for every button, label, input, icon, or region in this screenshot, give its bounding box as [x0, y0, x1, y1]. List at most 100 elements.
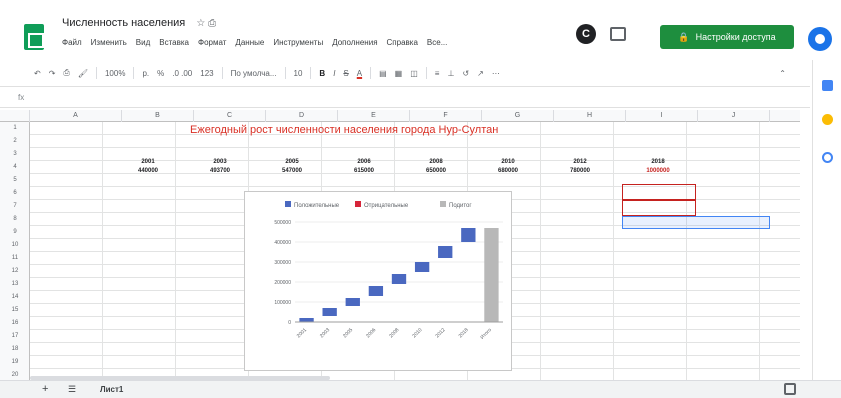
- selected-cell[interactable]: [622, 184, 696, 200]
- paint-format-icon[interactable]: 🖌: [78, 69, 88, 78]
- sheet-tab[interactable]: Лист1: [100, 385, 123, 394]
- zoom-select[interactable]: 100%: [105, 69, 125, 78]
- print-icon[interactable]: ⎙: [63, 68, 69, 78]
- font-size-select[interactable]: 10: [294, 69, 303, 78]
- row-header[interactable]: 6: [0, 187, 30, 199]
- menu-insert[interactable]: Вставка: [159, 38, 189, 47]
- row-header[interactable]: 12: [0, 265, 30, 277]
- year-cell[interactable]: 2001 440000: [118, 158, 178, 176]
- menu-file[interactable]: Файл: [62, 38, 82, 47]
- year-cell[interactable]: 2005 547000: [262, 158, 322, 176]
- text-wrap-icon[interactable]: ↺: [462, 69, 469, 78]
- row-header[interactable]: 3: [0, 148, 30, 160]
- share-button[interactable]: 🔒 Настройки доступа: [660, 25, 794, 49]
- column-header[interactable]: A: [30, 110, 122, 122]
- menu-edit[interactable]: Изменить: [91, 38, 127, 47]
- strikethrough-button[interactable]: S: [343, 69, 348, 78]
- percent-format-button[interactable]: %: [157, 69, 164, 78]
- italic-button[interactable]: I: [333, 69, 335, 78]
- row-header[interactable]: 18: [0, 343, 30, 355]
- row-header[interactable]: 15: [0, 304, 30, 316]
- row-header[interactable]: 16: [0, 317, 30, 329]
- sheet-title-cell[interactable]: Ежегодный рост численности населения гор…: [190, 124, 498, 136]
- row-header[interactable]: 20: [0, 369, 30, 380]
- row-header[interactable]: 11: [0, 252, 30, 264]
- row-header[interactable]: 9: [0, 226, 30, 238]
- year-cell[interactable]: 2012 780000: [550, 158, 610, 176]
- row-header[interactable]: 1: [0, 122, 30, 134]
- subtotal-bar: [484, 228, 499, 322]
- column-header[interactable]: J: [698, 110, 770, 122]
- row-header[interactable]: 14: [0, 291, 30, 303]
- menu-last-edit[interactable]: Все...: [427, 38, 447, 47]
- text-rotate-icon[interactable]: ↗: [477, 69, 484, 78]
- menu-addons[interactable]: Дополнения: [332, 38, 377, 47]
- document-title[interactable]: Численность населения ☆ ⎙: [62, 17, 216, 29]
- redo-icon[interactable]: ↷: [49, 69, 56, 78]
- fill-color-icon[interactable]: ▤: [379, 69, 387, 78]
- comment-icon[interactable]: [610, 27, 626, 41]
- column-header[interactable]: E: [338, 110, 410, 122]
- column-header[interactable]: H: [554, 110, 626, 122]
- bold-button[interactable]: B: [319, 69, 325, 78]
- account-avatar[interactable]: [808, 27, 832, 51]
- currency-format-button[interactable]: р.: [142, 69, 149, 78]
- row-header[interactable]: 2: [0, 135, 30, 147]
- formula-bar[interactable]: fx: [0, 86, 810, 108]
- year-label: 2018: [651, 159, 665, 165]
- text-color-button[interactable]: A: [357, 69, 362, 78]
- menu-format[interactable]: Формат: [198, 38, 226, 47]
- year-cell[interactable]: 2003 493700: [190, 158, 250, 176]
- waterfall-chart[interactable]: Положительные Отрицательные Подитог 500000 4…: [244, 191, 512, 371]
- collapse-menus-icon[interactable]: ⌃: [779, 69, 786, 78]
- decimal-places-buttons[interactable]: .0 .00: [172, 69, 192, 78]
- column-header[interactable]: D: [266, 110, 338, 122]
- selected-range[interactable]: [622, 216, 770, 229]
- menu-tools[interactable]: Инструменты: [273, 38, 323, 47]
- sheets-logo-icon[interactable]: [24, 24, 44, 50]
- row-header[interactable]: 19: [0, 356, 30, 368]
- select-all-corner[interactable]: [0, 110, 30, 122]
- more-icon[interactable]: ⋯: [492, 69, 500, 78]
- selected-cell[interactable]: [622, 200, 696, 216]
- calendar-icon[interactable]: [822, 80, 833, 91]
- row-headers: 1 2 3 4 5 6 7 8 9 10 11 12 13 14 15 16 1…: [0, 122, 30, 380]
- column-header[interactable]: F: [410, 110, 482, 122]
- star-move-icons[interactable]: ☆ ⎙: [196, 18, 216, 29]
- row-header[interactable]: 5: [0, 174, 30, 186]
- column-header[interactable]: I: [626, 110, 698, 122]
- column-header[interactable]: G: [482, 110, 554, 122]
- tasks-icon[interactable]: [822, 152, 833, 163]
- row-header[interactable]: 13: [0, 278, 30, 290]
- vertical-align-icon[interactable]: ⊥: [447, 69, 454, 78]
- x-tick-label: 2008: [388, 327, 400, 339]
- document-title-text[interactable]: Численность населения: [62, 17, 185, 29]
- menu-data[interactable]: Данные: [235, 38, 264, 47]
- year-cell[interactable]: 2008 650000: [406, 158, 466, 176]
- add-sheet-button[interactable]: +: [42, 383, 48, 395]
- menu-view[interactable]: Вид: [136, 38, 150, 47]
- year-cell[interactable]: 2006 615000: [334, 158, 394, 176]
- column-header[interactable]: B: [122, 110, 194, 122]
- activity-dashboard-icon[interactable]: C: [576, 24, 596, 44]
- font-family-select[interactable]: По умолча...: [231, 69, 277, 78]
- year-cell[interactable]: 2018 1000000: [628, 158, 688, 176]
- keep-icon[interactable]: [822, 114, 833, 125]
- all-sheets-button[interactable]: ☰: [68, 384, 76, 395]
- menu-help[interactable]: Справка: [387, 38, 418, 47]
- explore-icon[interactable]: [784, 383, 796, 395]
- undo-icon[interactable]: ↶: [34, 69, 41, 78]
- column-header[interactable]: C: [194, 110, 266, 122]
- x-tick-label: 2010: [411, 327, 423, 339]
- row-header[interactable]: 10: [0, 239, 30, 251]
- year-cell[interactable]: 2010 680000: [478, 158, 538, 176]
- borders-icon[interactable]: ▦: [395, 69, 403, 78]
- row-header[interactable]: 4: [0, 161, 30, 173]
- legend-swatch: [285, 201, 291, 207]
- more-formats-select[interactable]: 123: [200, 69, 213, 78]
- row-header[interactable]: 17: [0, 330, 30, 342]
- merge-cells-icon[interactable]: ◫: [410, 69, 418, 78]
- row-header[interactable]: 8: [0, 213, 30, 225]
- horizontal-align-icon[interactable]: ≡: [435, 69, 440, 78]
- row-header[interactable]: 7: [0, 200, 30, 212]
